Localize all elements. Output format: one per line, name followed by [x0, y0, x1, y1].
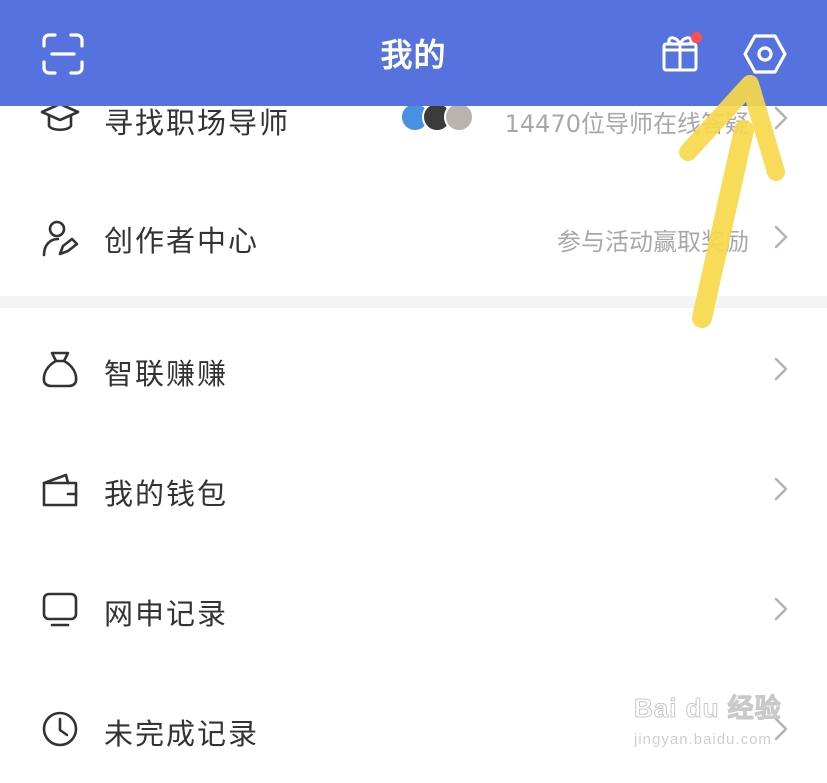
menu-item-application-record[interactable]: 网申记录 — [0, 553, 827, 663]
chevron-right-icon — [773, 224, 789, 250]
top-bar: 我的 — [0, 0, 827, 106]
menu-item-zhilian-earn[interactable]: 智联赚赚 — [0, 313, 827, 423]
menu-item-wallet[interactable]: 我的钱包 — [0, 433, 827, 543]
avatar — [444, 102, 474, 132]
chevron-right-icon — [773, 596, 789, 622]
mentor-avatars — [400, 102, 482, 134]
menu-item-label: 创作者中心 — [104, 224, 260, 258]
chevron-right-icon — [773, 105, 789, 131]
settings-icon[interactable] — [742, 32, 788, 76]
menu-item-creator-center[interactable]: 创作者中心 参与活动赢取奖励 — [0, 180, 827, 292]
chevron-right-icon — [773, 476, 789, 502]
page-title: 我的 — [380, 36, 447, 74]
wallet-icon — [40, 469, 80, 509]
money-bag-icon — [40, 349, 80, 389]
menu-item-label: 未完成记录 — [104, 717, 260, 751]
chevron-right-icon — [773, 356, 789, 382]
notification-dot — [691, 32, 702, 43]
chevron-right-icon — [773, 716, 789, 742]
clock-icon — [40, 709, 80, 749]
menu-item-label: 网申记录 — [104, 597, 229, 631]
menu-item-hint: 参与活动赢取奖励 — [557, 228, 749, 256]
menu-item-hint: 14470位导师在线答疑 — [504, 110, 749, 138]
menu-item-incomplete-record[interactable]: 未完成记录 — [0, 673, 827, 783]
section-divider — [0, 296, 827, 308]
menu-item-label: 我的钱包 — [104, 477, 229, 511]
gift-icon[interactable] — [660, 30, 702, 74]
creator-icon — [40, 218, 80, 258]
monitor-icon — [40, 589, 80, 629]
menu-item-label: 寻找职场导师 — [104, 106, 291, 140]
menu-item-label: 智联赚赚 — [104, 357, 229, 391]
